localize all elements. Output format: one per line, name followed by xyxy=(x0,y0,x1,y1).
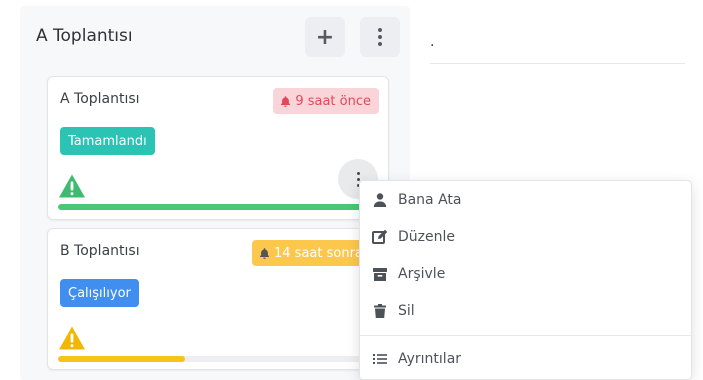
bell-icon xyxy=(281,95,291,107)
card-title: B Toplantısı xyxy=(60,243,140,259)
progress-bar xyxy=(58,204,376,210)
time-badge: 14 saat sonra xyxy=(252,240,371,266)
time-badge-label: 9 saat önce xyxy=(295,93,371,109)
warning-icon xyxy=(59,174,85,198)
time-badge-label: 14 saat sonra xyxy=(274,245,363,261)
menu-item-archive[interactable]: Arşivle xyxy=(360,256,691,292)
archive-icon xyxy=(373,268,387,281)
add-card-button[interactable]: + xyxy=(305,17,345,57)
menu-item-details[interactable]: Ayrıntılar xyxy=(360,341,691,377)
warning-icon xyxy=(59,326,85,350)
menu-item-label: Düzenle xyxy=(398,229,455,245)
list-icon xyxy=(373,354,387,364)
menu-item-label: Ayrıntılar xyxy=(398,351,462,367)
progress-fill xyxy=(58,356,186,362)
menu-item-label: Sil xyxy=(398,303,415,319)
more-vertical-icon xyxy=(378,28,382,46)
menu-item-label: Arşivle xyxy=(398,266,446,282)
progress-fill xyxy=(58,204,376,210)
menu-divider xyxy=(360,335,691,336)
bell-icon xyxy=(260,247,269,259)
trash-icon xyxy=(374,304,386,318)
next-column-title: . xyxy=(430,34,435,50)
task-card[interactable]: B Toplantısı 14 saat sonra Çalışılıyor xyxy=(47,228,389,370)
column-more-button[interactable] xyxy=(360,17,400,57)
menu-item-delete[interactable]: Sil xyxy=(360,293,691,329)
progress-bar xyxy=(58,356,376,362)
card-title: A Toplantısı xyxy=(60,91,140,107)
menu-item-label: Bana Ata xyxy=(398,192,462,208)
time-badge: 9 saat önce xyxy=(273,88,379,114)
next-column-divider xyxy=(430,63,685,64)
user-icon xyxy=(373,193,387,207)
edit-icon xyxy=(372,229,388,244)
task-card[interactable]: A Toplantısı 9 saat önce Tamamlandı xyxy=(47,76,389,220)
plus-icon: + xyxy=(315,24,335,50)
column-title: A Toplantısı xyxy=(36,26,133,46)
menu-item-edit[interactable]: Düzenle xyxy=(360,219,691,255)
card-context-menu: Bana Ata Düzenle Arşivle Sil Ayrıntılar xyxy=(359,180,692,380)
menu-item-assign-to-me[interactable]: Bana Ata xyxy=(360,182,691,218)
status-badge: Çalışılıyor xyxy=(60,279,139,307)
status-badge: Tamamlandı xyxy=(60,127,155,155)
